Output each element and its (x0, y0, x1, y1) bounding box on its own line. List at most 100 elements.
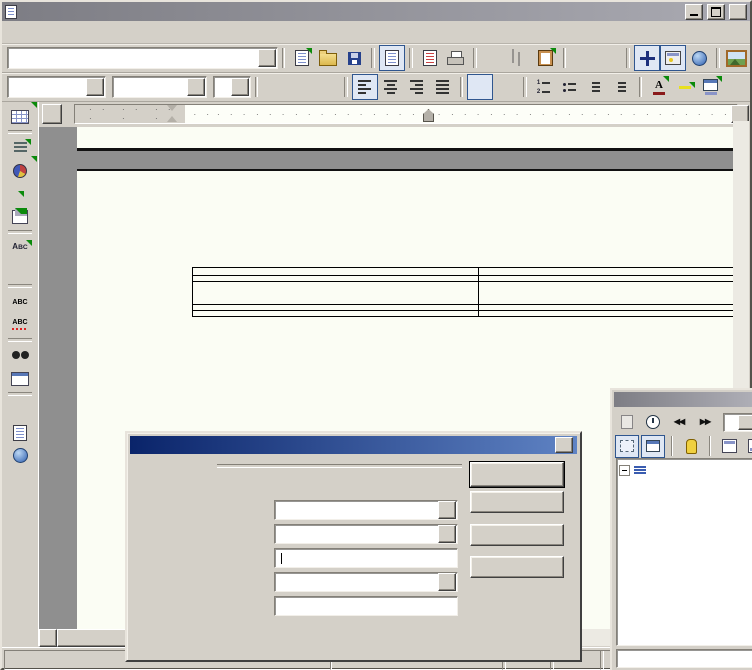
numbered-list-button[interactable]: 12 (531, 74, 557, 100)
table-cell[interactable] (193, 276, 479, 281)
collapse-icon[interactable] (619, 465, 630, 476)
close-button[interactable] (729, 4, 747, 20)
position-select[interactable] (274, 572, 458, 592)
toggle-button[interactable] (615, 411, 639, 434)
previous-button[interactable]: ◀◀ (667, 411, 691, 434)
rtl-direction-button[interactable] (493, 74, 519, 100)
scroll-left-button[interactable] (39, 629, 57, 647)
insert-fields-button[interactable] (7, 136, 33, 159)
category-select[interactable] (274, 500, 458, 520)
content-view-button[interactable] (641, 435, 665, 458)
table-cell[interactable] (193, 311, 479, 316)
gallery-button[interactable] (724, 45, 750, 71)
font-name-combobox[interactable] (112, 76, 207, 98)
paste-button[interactable] (533, 45, 559, 71)
form-functions-button[interactable] (7, 205, 33, 228)
align-left-button[interactable] (352, 74, 378, 100)
numbering-dropdown-button[interactable] (438, 525, 456, 543)
table-cell[interactable] (479, 305, 733, 310)
save-button[interactable] (341, 45, 367, 71)
numbering-select[interactable] (274, 524, 458, 544)
indent-marker-icon[interactable] (167, 105, 177, 122)
maximize-button[interactable] (707, 4, 725, 20)
ltr-direction-button[interactable] (467, 74, 493, 100)
new-document-button[interactable] (289, 45, 315, 71)
increase-indent-button[interactable] (609, 74, 635, 100)
page-2-bottom[interactable] (77, 127, 733, 151)
style-dropdown-button[interactable] (86, 78, 104, 96)
copy-button[interactable] (507, 45, 533, 71)
italic-button[interactable] (288, 74, 314, 100)
object-name-input[interactable] (274, 596, 458, 616)
navigator-toggle-button[interactable] (634, 45, 660, 71)
decrease-indent-button[interactable] (583, 74, 609, 100)
graphics-on-off-button[interactable] (7, 421, 33, 444)
autotext-button[interactable]: ABC (7, 236, 33, 259)
align-center-button[interactable] (378, 74, 404, 100)
document-table[interactable] (192, 267, 733, 317)
navigation-button[interactable] (641, 411, 665, 434)
next-button[interactable]: ▶▶ (693, 411, 717, 434)
menu-fenster[interactable] (103, 29, 119, 35)
set-reminder-button[interactable] (679, 435, 703, 458)
table-header-cell[interactable] (479, 268, 733, 275)
category-dropdown-button[interactable] (438, 501, 456, 519)
menu-ansicht[interactable] (39, 29, 55, 35)
position-dropdown-button[interactable] (438, 573, 456, 591)
draw-functions-button[interactable] (7, 182, 33, 205)
menu-format[interactable] (71, 29, 87, 35)
tab-type-button[interactable] (42, 104, 62, 124)
open-button[interactable] (315, 45, 341, 71)
stylist-toggle-button[interactable] (660, 45, 686, 71)
find-replace-button[interactable] (7, 344, 33, 367)
table-cell[interactable] (479, 282, 733, 304)
help-button[interactable] (470, 524, 564, 546)
direct-cursor-button[interactable] (7, 259, 33, 282)
table-cell[interactable] (193, 305, 479, 310)
paragraph-style-combobox[interactable] (7, 76, 106, 98)
url-combobox[interactable] (7, 47, 278, 69)
bullet-list-button[interactable] (557, 74, 583, 100)
print-button[interactable] (443, 45, 469, 71)
cut-button[interactable] (481, 45, 507, 71)
table-header-row[interactable] (193, 268, 733, 276)
spellcheck-button[interactable]: ABC (7, 290, 33, 313)
spin-up-down-buttons[interactable] (738, 415, 752, 430)
insert-object-button[interactable] (7, 159, 33, 182)
table-header-cell[interactable] (193, 268, 479, 275)
ok-button[interactable] (470, 462, 564, 487)
justify-button[interactable] (430, 74, 456, 100)
table-cell[interactable] (479, 311, 733, 316)
auto-spellcheck-button[interactable]: ABC (7, 313, 33, 336)
bold-button[interactable] (262, 74, 288, 100)
url-dropdown-button[interactable] (258, 49, 276, 67)
tree-item-sect3[interactable] (619, 494, 752, 510)
menu-einfuegen[interactable] (55, 29, 71, 35)
table-row[interactable] (193, 311, 733, 317)
font-size-combobox[interactable] (213, 76, 251, 98)
export-pdf-button[interactable] (417, 45, 443, 71)
edit-file-button[interactable] (379, 45, 405, 71)
page-number-spinbox[interactable] (723, 413, 752, 432)
table-cell[interactable] (479, 276, 733, 281)
underline-button[interactable] (314, 74, 340, 100)
menu-bearbeiten[interactable] (23, 29, 39, 35)
redo-button[interactable] (596, 45, 622, 71)
hyperlink-button[interactable] (686, 45, 712, 71)
navigator-document-list[interactable] (616, 649, 752, 668)
paragraph-background-button[interactable] (698, 74, 724, 100)
online-layout-button[interactable] (7, 444, 33, 467)
footer-button[interactable] (743, 435, 752, 458)
align-right-button[interactable] (404, 74, 430, 100)
size-dropdown-button[interactable] (231, 78, 249, 96)
cancel-button[interactable] (470, 491, 564, 513)
undo-button[interactable] (570, 45, 596, 71)
font-color-button[interactable]: A (646, 74, 672, 100)
table-row[interactable] (193, 282, 733, 305)
nonprinting-characters-button[interactable] (7, 398, 33, 421)
menu-extras[interactable] (87, 29, 103, 35)
header-button[interactable] (717, 435, 741, 458)
horizontal-ruler[interactable]: · · (74, 104, 738, 124)
minimize-button[interactable] (685, 4, 703, 20)
caption-text-input[interactable] (274, 548, 458, 568)
